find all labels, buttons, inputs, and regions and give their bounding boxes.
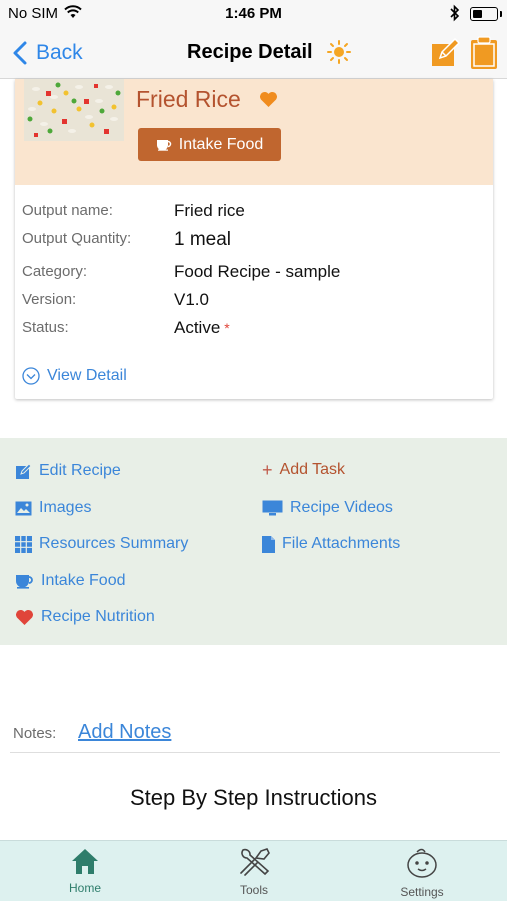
recipe-videos-action[interactable]: Recipe Videos — [262, 499, 393, 517]
heart-icon[interactable] — [259, 91, 278, 108]
resources-summary-action[interactable]: Resources Summary — [15, 535, 188, 553]
detail-label: Output name: — [22, 202, 113, 219]
detail-value: Fried rice — [174, 201, 245, 220]
image-icon — [15, 501, 32, 515]
plus-icon: + — [262, 460, 273, 480]
tab-settings-label: Settings — [400, 885, 444, 899]
cup-icon — [156, 139, 171, 151]
edit-recipe-action[interactable]: Edit Recipe — [15, 462, 121, 480]
view-detail-link[interactable]: View Detail — [22, 367, 127, 385]
grid-icon — [15, 535, 32, 553]
divider — [10, 752, 500, 753]
clock: 1:46 PM — [225, 5, 282, 22]
view-detail-label: View Detail — [47, 367, 127, 384]
detail-label: Category: — [22, 263, 88, 280]
recipe-nutrition-action[interactable]: Recipe Nutrition — [15, 608, 155, 626]
recipe-header: Fried Rice Intake Food — [15, 79, 493, 185]
images-action[interactable]: Images — [15, 499, 91, 517]
chevron-down-circle-icon — [22, 367, 40, 385]
page-title: Recipe Detail — [187, 41, 313, 63]
intake-food-button[interactable]: Intake Food — [138, 128, 281, 161]
detail-value: 1 meal — [174, 229, 232, 250]
tools-icon — [240, 848, 270, 876]
detail-value: V1.0 — [174, 290, 209, 309]
file-attachments-label: File Attachments — [282, 535, 401, 552]
back-label: Back — [36, 41, 83, 64]
chevron-left-icon — [13, 41, 27, 65]
edit-recipe-label: Edit Recipe — [39, 462, 121, 479]
heart-icon — [16, 609, 33, 625]
resources-summary-label: Resources Summary — [39, 535, 189, 552]
recipe-videos-label: Recipe Videos — [290, 499, 393, 516]
cup-icon — [16, 574, 33, 589]
intake-food-label: Intake Food — [41, 572, 126, 589]
detail-value: Active * — [174, 318, 230, 338]
detail-label: Output Quantity: — [22, 230, 132, 247]
home-icon — [72, 849, 98, 874]
steps-section-title: Step By Step Instructions — [129, 785, 378, 810]
recipe-nutrition-label: Recipe Nutrition — [41, 608, 155, 625]
edit-icon — [16, 462, 32, 479]
back-button[interactable]: Back — [10, 38, 83, 68]
add-task-label: Add Task — [279, 461, 346, 478]
bluetooth-icon — [450, 4, 460, 22]
edit-icon[interactable] — [430, 38, 460, 68]
nav-bar: Back Recipe Detail — [0, 28, 507, 79]
tab-settings[interactable]: Settings — [372, 847, 472, 899]
monitor-icon — [262, 500, 283, 516]
settings-face-icon — [407, 848, 437, 878]
tab-tools[interactable]: Tools — [204, 847, 304, 897]
status-value: Active — [174, 318, 221, 337]
recipe-photo — [24, 79, 124, 141]
add-notes-link[interactable]: Add Notes — [78, 721, 171, 744]
required-mark: * — [224, 320, 230, 336]
tab-home-label: Home — [68, 881, 101, 895]
tab-tools-label: Tools — [239, 883, 268, 897]
file-icon — [262, 535, 275, 553]
status-bar: No SIM 1:46 PM — [0, 0, 507, 28]
images-label: Images — [39, 499, 92, 516]
recipe-name: Fried Rice — [136, 86, 241, 112]
file-attachments-action[interactable]: File Attachments — [262, 535, 400, 553]
detail-label: Version: — [22, 291, 77, 308]
recipe-card: Fried Rice Intake Food Output name: Frie… — [15, 79, 493, 399]
clipboard-icon[interactable] — [470, 36, 498, 70]
intake-food-button-label: Intake Food — [178, 135, 264, 153]
tab-home[interactable]: Home — [35, 847, 135, 895]
add-task-action[interactable]: + Add Task — [262, 461, 345, 479]
notes-label: Notes: — [13, 725, 57, 742]
sun-icon — [327, 40, 351, 64]
intake-food-action[interactable]: Intake Food — [15, 572, 126, 590]
detail-label: Status: — [22, 319, 69, 336]
tab-bar: Home Tools Settings — [0, 840, 507, 901]
action-panel: Edit Recipe + Add Task Images Recipe Vid… — [0, 438, 507, 645]
battery-icon — [470, 7, 502, 21]
detail-value: Food Recipe - sample — [174, 262, 341, 281]
